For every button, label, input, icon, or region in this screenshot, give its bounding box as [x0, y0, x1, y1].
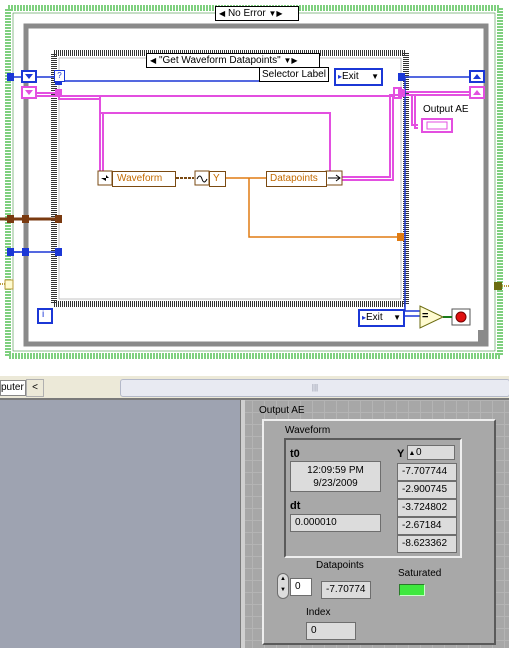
stepper-down-icon[interactable]: ▼	[278, 585, 288, 596]
equals-symbol-text: =	[422, 310, 429, 322]
selector-label-node[interactable]: Selector Label	[259, 67, 329, 82]
horizontal-scroll-strip: puter < |||	[0, 376, 509, 398]
dt-label: dt	[290, 500, 301, 512]
y-array-values: -7.707744 -2.900745 -3.724802 -2.67184 -…	[397, 463, 457, 553]
tab-computer[interactable]: puter	[0, 380, 26, 396]
tab-computer-label: puter	[1, 382, 24, 393]
tunnel-blue-case-3	[398, 73, 405, 81]
y-index-stepper-icon[interactable]: ▲	[408, 447, 416, 460]
tunnel-dotted-right	[494, 282, 502, 290]
scroll-left-button[interactable]: <	[26, 379, 44, 397]
equals-symbol: =	[422, 310, 428, 322]
y-index-control[interactable]: ▲0	[407, 445, 455, 460]
saturated-label: Saturated	[398, 568, 442, 579]
case-selector-label: "Get Waveform Datapoints"	[158, 55, 281, 66]
while-loop-corner-bottom-right	[478, 330, 488, 344]
unbundle-y-label: Y	[213, 173, 220, 184]
index-label: Index	[306, 607, 331, 618]
tunnel-dotted-left	[4, 279, 14, 290]
y-index-value: 0	[416, 447, 422, 458]
case-left-arrow[interactable]: ◀	[150, 56, 156, 65]
datapoints-index-control[interactable]: 0	[290, 578, 312, 596]
case-selector-question-mark: ?	[57, 71, 62, 80]
exit-enum-top-label: Exit	[342, 71, 359, 82]
tunnel-brown-3	[55, 215, 62, 223]
y-value-0: -7.707744	[397, 463, 457, 481]
iteration-label: i	[42, 309, 44, 320]
case-selector[interactable]: ◀ "Get Waveform Datapoints" ▼▶	[146, 53, 320, 68]
error-case-selector-label: No Error	[227, 8, 266, 19]
y-label: Y	[397, 448, 405, 460]
scrollbar-grip-icon: |||	[311, 383, 319, 392]
t0-indicator: 12:09:59 PM 9/23/2009	[290, 461, 381, 492]
exit-enum-bottom[interactable]: ▸Exit ▼	[358, 309, 405, 327]
bundle-datapoints-node[interactable]: Datapoints	[266, 171, 327, 187]
exit-enum-top-dropdown-icon: ▼	[371, 72, 379, 81]
stop-icon	[455, 311, 467, 323]
stepper-up-icon[interactable]: ▲	[278, 574, 288, 585]
dt-indicator: 0.000010	[290, 514, 381, 532]
t0-label: t0	[290, 448, 300, 460]
tunnel-pink-case-2	[398, 89, 405, 97]
scrollbar-thumb[interactable]: |||	[120, 379, 509, 397]
block-diagram: ◀ No Error ▼▶ ◀ "Get Waveform Datapoints…	[0, 0, 509, 372]
datapoints-value: -7.70774	[321, 581, 371, 599]
tunnel-blue-left-1	[7, 73, 14, 81]
tunnel-orange-case	[397, 233, 404, 241]
y-value-2: -3.724802	[397, 499, 457, 517]
selector-label-text: Selector Label	[262, 69, 326, 80]
output-ae-cluster-label: Output AE	[259, 405, 305, 416]
unbundle-waveform-node[interactable]: Waveform	[112, 171, 176, 187]
tunnel-brown-1	[7, 215, 14, 223]
t0-time: 12:09:59 PM	[307, 465, 364, 476]
tunnel-pink-case-1	[55, 89, 62, 97]
tunnel-blue-left-3	[22, 248, 29, 256]
index-value: 0	[306, 622, 356, 640]
iteration-label-text: i	[42, 309, 45, 320]
unbundle-waveform-label: Waveform	[117, 173, 163, 184]
y-value-1: -2.900745	[397, 481, 457, 499]
t0-date: 9/23/2009	[313, 478, 358, 489]
datapoints-label: Datapoints	[316, 560, 364, 571]
error-case-dropdown-icon[interactable]: ▼▶	[269, 9, 283, 18]
exit-enum-bottom-label: Exit	[366, 312, 383, 323]
case-selector-terminal[interactable]: ?	[54, 70, 65, 82]
unbundle-y-node[interactable]: Y	[209, 171, 226, 187]
case-dropdown-icon[interactable]: ▼▶	[284, 56, 298, 65]
datapoints-index-stepper[interactable]: ▲ ▼	[277, 573, 289, 599]
bundle-datapoints-label: Datapoints	[270, 173, 318, 184]
exit-enum-bottom-dropdown-icon: ▼	[393, 313, 401, 322]
y-value-3: -2.67184	[397, 517, 457, 535]
iteration-terminal[interactable]	[37, 308, 53, 324]
y-value-4: -8.623362	[397, 535, 457, 553]
tunnel-blue-case-2	[55, 248, 62, 256]
saturated-led	[399, 584, 425, 596]
waveform-label: Waveform	[285, 425, 331, 436]
output-ae-label: Output AE	[423, 104, 469, 115]
tunnel-blue-left-2	[7, 248, 14, 256]
tunnel-brown-2	[22, 215, 29, 223]
error-case-selector[interactable]: ◀ No Error ▼▶	[215, 6, 299, 21]
scroll-left-arrow-icon: <	[32, 382, 38, 393]
error-case-left-arrow[interactable]: ◀	[219, 9, 225, 18]
exit-enum-top[interactable]: ▸Exit ▼	[334, 68, 383, 86]
front-panel-divider	[240, 400, 245, 648]
